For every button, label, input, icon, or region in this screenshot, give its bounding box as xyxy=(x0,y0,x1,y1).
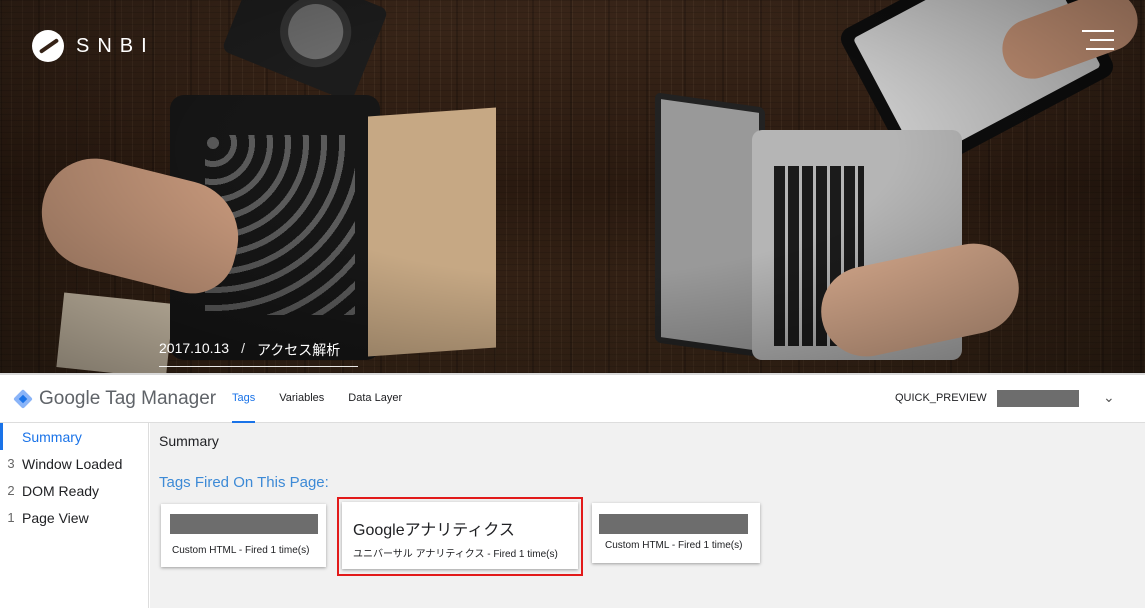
event-number: 2 xyxy=(7,483,15,498)
site-logo[interactable]: SNBI xyxy=(32,30,155,62)
redacted-container-id xyxy=(997,390,1079,407)
page-title: Summary xyxy=(159,433,219,449)
gtm-brand-product: Tag Manager xyxy=(105,388,217,409)
tag-card-custom-html-1[interactable]: Custom HTML - Fired 1 time(s) xyxy=(161,504,326,567)
tag-card-custom-html-2[interactable]: Custom HTML - Fired 1 time(s) xyxy=(592,503,760,563)
sidebar-item-dom-ready[interactable]: 2 DOM Ready xyxy=(0,477,148,504)
tab-variables[interactable]: Variables xyxy=(279,375,324,423)
gtm-brand: Google Tag Manager xyxy=(39,388,216,410)
quick-preview-label: QUICK_PREVIEW xyxy=(895,392,987,404)
hero-banner: SNBI 2017.10.13 / アクセス解析 xyxy=(0,0,1145,373)
post-meta: 2017.10.13 / アクセス解析 xyxy=(159,340,358,367)
event-number: 1 xyxy=(7,510,15,525)
post-date: 2017.10.13 xyxy=(159,340,230,356)
gtm-tabs: Tags Variables Data Layer xyxy=(232,375,426,423)
post-category[interactable]: アクセス解析 xyxy=(257,340,340,360)
gtm-debug-header: Google Tag Manager Tags Variables Data L… xyxy=(0,373,1145,423)
chevron-down-icon[interactable]: ⌄ xyxy=(1103,389,1115,406)
sidebar-item-label: Summary xyxy=(22,428,82,445)
hamburger-menu-icon[interactable] xyxy=(1082,30,1114,50)
tag-card-subtitle: Custom HTML - Fired 1 time(s) xyxy=(605,540,743,551)
redacted-tag-name xyxy=(170,514,318,534)
event-number: 3 xyxy=(7,456,15,471)
tab-data-layer[interactable]: Data Layer xyxy=(348,375,402,423)
logo-text: SNBI xyxy=(76,34,155,57)
sidebar-item-label: Page View xyxy=(22,509,89,526)
vignette xyxy=(0,0,1145,373)
sidebar-item-summary[interactable]: Summary xyxy=(0,423,148,450)
gtm-logo: Google Tag Manager xyxy=(13,388,216,410)
event-sidebar: Summary 3 Window Loaded 2 DOM Ready 1 Pa… xyxy=(0,423,149,608)
sidebar-item-label: Window Loaded xyxy=(22,455,123,472)
sidebar-item-page-view[interactable]: 1 Page View xyxy=(0,504,148,531)
summary-panel: Summary Tags Fired On This Page: Custom … xyxy=(150,423,1145,608)
redacted-tag-name xyxy=(599,514,748,534)
sidebar-item-window-loaded[interactable]: 3 Window Loaded xyxy=(0,450,148,477)
sidebar-item-label: DOM Ready xyxy=(22,482,100,499)
highlight-box xyxy=(337,497,583,576)
tags-fired-heading: Tags Fired On This Page: xyxy=(159,474,329,491)
logo-mark-icon xyxy=(32,30,64,62)
tag-card-subtitle: Custom HTML - Fired 1 time(s) xyxy=(172,545,310,556)
tab-tags[interactable]: Tags xyxy=(232,375,256,423)
gtm-brand-google: Google xyxy=(39,388,101,409)
meta-separator: / xyxy=(241,340,245,356)
gtm-diamond-icon xyxy=(13,389,33,409)
